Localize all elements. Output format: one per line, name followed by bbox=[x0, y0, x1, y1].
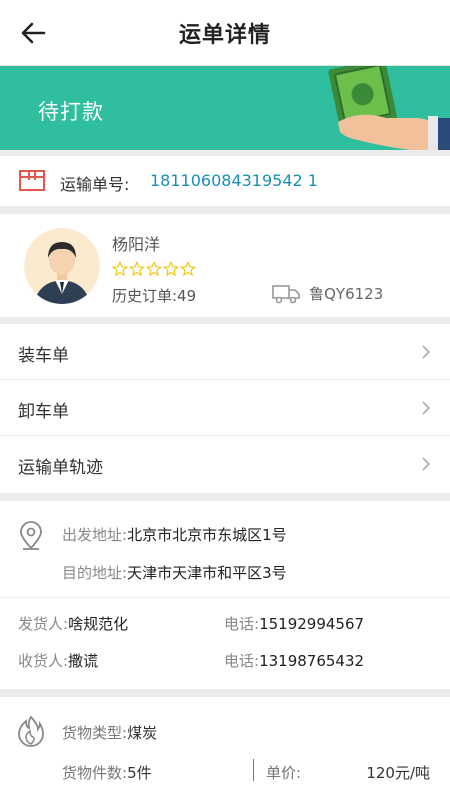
unit-price-value: 120元/吨 bbox=[366, 764, 430, 782]
cargo-count-label: 货物件数: bbox=[62, 764, 128, 782]
history-orders: 历史订单:49 bbox=[112, 287, 197, 305]
package-icon bbox=[19, 170, 45, 191]
origin-address-row: 出发地址:北京市北京市东城区1号 bbox=[62, 524, 287, 545]
avatar bbox=[24, 228, 100, 304]
order-number-label: 运输单号: bbox=[60, 175, 130, 194]
menu-item-label: 装车单 bbox=[18, 346, 69, 366]
page-title: 运单详情 bbox=[178, 23, 271, 48]
divider bbox=[0, 597, 450, 598]
chevron-right-icon bbox=[422, 457, 431, 471]
sender-row: 发货人:啥规范化 bbox=[18, 613, 128, 634]
menu-item-label: 卸车单 bbox=[18, 402, 69, 422]
receiver-row: 收货人:撒谎 bbox=[18, 650, 98, 671]
receiver-phone[interactable]: 13198765432 bbox=[259, 652, 364, 670]
rating-stars bbox=[112, 261, 197, 281]
receiver-label: 收货人: bbox=[18, 652, 69, 670]
star-icon bbox=[163, 261, 179, 277]
license-plate: 鲁QY6123 bbox=[272, 283, 383, 304]
document-menu: 装车单 卸车单 运输单轨迹 bbox=[0, 324, 450, 493]
origin-address-label: 出发地址: bbox=[62, 526, 128, 544]
chevron-right-icon bbox=[422, 401, 431, 415]
cargo-type-label: 货物类型: bbox=[62, 724, 128, 742]
unit-price-label-wrap: 单价: bbox=[266, 762, 301, 783]
top-bar: 运单详情 bbox=[0, 0, 450, 66]
flame-icon bbox=[18, 715, 44, 747]
sender-label: 发货人: bbox=[18, 615, 69, 633]
receiver-phone-label: 电话: bbox=[224, 652, 260, 670]
location-pin-icon bbox=[20, 521, 42, 550]
menu-item-loading-list[interactable]: 装车单 bbox=[0, 324, 450, 380]
status-banner: 待打款 bbox=[0, 66, 450, 150]
order-number-card: 运输单号: 181106084319542 1 bbox=[0, 156, 450, 206]
driver-name: 杨阳洋 bbox=[112, 235, 161, 254]
cargo-type-row: 货物类型:煤炭 bbox=[62, 722, 157, 743]
sender-phone-row: 电话:15192994567 bbox=[224, 613, 364, 634]
menu-item-label: 运输单轨迹 bbox=[18, 458, 103, 478]
chevron-right-icon bbox=[422, 345, 431, 359]
menu-item-unloading-list[interactable]: 卸车单 bbox=[0, 380, 450, 436]
address-card: 出发地址:北京市北京市东城区1号 目的地址:天津市天津市和平区3号 发货人:啥规… bbox=[0, 501, 450, 689]
star-icon bbox=[180, 261, 196, 277]
star-icon bbox=[146, 261, 162, 277]
sender-name: 啥规范化 bbox=[68, 615, 129, 633]
origin-address-value: 北京市北京市东城区1号 bbox=[127, 526, 287, 544]
divider bbox=[253, 759, 254, 781]
receiver-name: 撒谎 bbox=[68, 652, 99, 670]
star-icon bbox=[112, 261, 128, 277]
star-icon bbox=[129, 261, 145, 277]
goods-card: 货物类型:煤炭 货物件数:5件 单价: 120元/吨 bbox=[0, 697, 450, 800]
money-hand-illustration bbox=[328, 66, 450, 150]
sender-phone-label: 电话: bbox=[224, 615, 260, 633]
plate-number: 鲁QY6123 bbox=[309, 285, 384, 303]
cargo-count-value: 5件 bbox=[127, 764, 152, 782]
cargo-type-value: 煤炭 bbox=[127, 724, 158, 742]
unit-price-label: 单价: bbox=[266, 764, 302, 782]
destination-address-row: 目的地址:天津市天津市和平区3号 bbox=[62, 562, 287, 583]
receiver-phone-row: 电话:13198765432 bbox=[224, 650, 364, 671]
order-status: 待打款 bbox=[38, 100, 104, 124]
sender-phone[interactable]: 15192994567 bbox=[259, 615, 364, 633]
driver-card: 杨阳洋 历史订单:49 鲁QY6123 bbox=[0, 214, 450, 317]
menu-item-track[interactable]: 运输单轨迹 bbox=[0, 436, 450, 492]
truck-icon bbox=[272, 284, 300, 303]
unit-price-value-wrap: 120元/吨 bbox=[366, 762, 430, 783]
destination-address-value: 天津市天津市和平区3号 bbox=[127, 564, 287, 582]
destination-address-label: 目的地址: bbox=[62, 564, 128, 582]
cargo-count-row: 货物件数:5件 bbox=[62, 762, 152, 783]
order-number-value: 181106084319542 1 bbox=[150, 171, 318, 190]
